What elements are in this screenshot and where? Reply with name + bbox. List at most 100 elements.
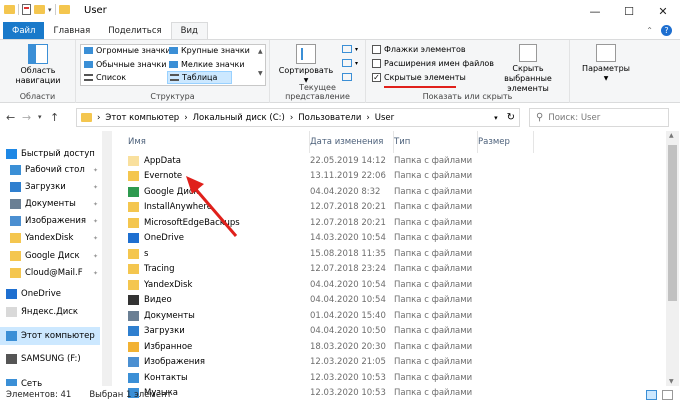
recent-locations-icon[interactable]: ▾ (38, 113, 42, 121)
add-columns-button[interactable]: ▾ (342, 59, 358, 67)
file-date: 12.07.2018 23:24 (310, 264, 386, 275)
file-name-cell: Избранное (128, 341, 192, 352)
item-checkboxes-toggle[interactable]: Флажки элементов (372, 45, 466, 54)
tab-file[interactable]: Файл (3, 22, 45, 39)
checkbox[interactable] (372, 45, 381, 54)
layout-expand-icon[interactable]: ▼ (258, 70, 263, 77)
ribbon-tabs: Файл Главная Поделиться Вид ⌃ ? (0, 22, 680, 39)
navigation-pane-button[interactable]: Область навигации (10, 44, 66, 86)
column-header-size[interactable]: Размер (464, 131, 534, 153)
pin-icon[interactable]: ✦ (93, 253, 98, 260)
nav-item-label: OneDrive (21, 289, 61, 299)
hidden-items-toggle[interactable]: ✓ Скрытые элементы (372, 73, 466, 82)
file-row[interactable]: MicrosoftEdgeBackups 12.07.2018 20:21 Папк… (114, 215, 666, 231)
layout-scroll-icon[interactable]: ▲ (258, 48, 263, 55)
pin-icon[interactable]: ✦ (93, 184, 98, 191)
hide-selected-button[interactable]: Скрыть выбранные элементы (488, 44, 568, 94)
nav-item[interactable]: Сеть (0, 375, 100, 386)
layout-medium[interactable]: Обычные значки (84, 60, 166, 69)
file-row[interactable]: Контакты 12.03.2020 10:53 Папка с файлами (114, 370, 666, 386)
nav-item[interactable]: Рабочий стол ✦ (0, 161, 100, 179)
minimize-button[interactable]: — (578, 0, 612, 22)
qat-dropdown-icon[interactable]: ▾ (48, 6, 52, 14)
options-button[interactable]: Параметры ▼ (582, 44, 630, 84)
layout-small[interactable]: Мелкие значки (169, 60, 245, 69)
scroll-up-icon[interactable]: ▲ (669, 132, 674, 139)
layout-large[interactable]: Крупные значки (169, 46, 250, 55)
file-row[interactable]: Документы 01.04.2020 15:40 Папка с файлами (114, 308, 666, 324)
search-box[interactable]: ⚲ Поиск: User (529, 108, 669, 127)
file-row[interactable]: Избранное 18.03.2020 20:30 Папка с файлами (114, 339, 666, 355)
large-icons-view-icon[interactable] (662, 390, 673, 400)
nav-item[interactable]: Яндекс.Диск (0, 303, 100, 321)
search-input[interactable]: Поиск: User (548, 113, 600, 123)
file-row[interactable]: Evernote 13.11.2019 22:06 Папка с файлами (114, 169, 666, 185)
nav-item[interactable]: YandexDisk ✦ (0, 229, 100, 247)
checkbox[interactable] (372, 59, 381, 68)
breadcrumb-item[interactable]: Локальный диск (C:) (193, 113, 285, 123)
file-name: OneDrive (144, 233, 184, 244)
file-row[interactable]: s 15.08.2018 11:35 Папка с файлами (114, 246, 666, 262)
cloud-icon (6, 289, 17, 299)
help-icon[interactable]: ? (661, 25, 672, 36)
file-row[interactable]: Tracing 12.07.2018 23:24 Папка с файлами (114, 262, 666, 278)
forward-button[interactable]: → (22, 111, 31, 124)
nav-item[interactable]: Изображения ✦ (0, 212, 100, 230)
tab-home[interactable]: Главная (44, 22, 99, 39)
scroll-thumb[interactable] (668, 145, 677, 301)
file-row[interactable]: Google Диск 04.04.2020 8:32 Папка с файлам… (114, 184, 666, 200)
tab-view[interactable]: Вид (170, 22, 208, 39)
file-type: Папка с файлами (394, 186, 473, 197)
group-by-button[interactable]: ▾ (342, 45, 358, 53)
file-row[interactable]: Видео 04.04.2020 10:54 Папка с файлами (114, 293, 666, 309)
file-row[interactable]: OneDrive 14.03.2020 10:54 Папка с файлами (114, 231, 666, 247)
vertical-scrollbar[interactable]: ▲ ▼ (666, 131, 679, 386)
fit-columns-button[interactable] (342, 73, 352, 81)
nav-scrollbar[interactable] (102, 131, 112, 386)
file-extensions-toggle[interactable]: Расширения имен файлов (372, 59, 494, 68)
file-row[interactable]: InstallAnywhere 12.07.2018 20:21 Папка с ф… (114, 200, 666, 216)
layout-extra-large[interactable]: Огромные значки (84, 46, 171, 55)
address-bar[interactable]: › Этот компьютер › Локальный диск (C:) ›… (76, 108, 520, 127)
breadcrumb-item[interactable]: Этот компьютер (105, 113, 179, 123)
nav-item[interactable]: Документы ✦ (0, 195, 100, 213)
pin-icon[interactable]: ✦ (93, 270, 98, 277)
scroll-down-icon[interactable]: ▼ (669, 378, 674, 385)
pin-icon[interactable]: ✦ (93, 167, 98, 174)
sort-by-button[interactable]: Сортировать ▼ (278, 44, 334, 86)
layout-list[interactable]: Список (84, 73, 126, 82)
file-row[interactable]: YandexDisk 04.04.2020 10:54 Папка с файлам… (114, 277, 666, 293)
close-button[interactable]: ✕ (646, 0, 680, 22)
pin-icon[interactable]: ✦ (93, 218, 98, 225)
breadcrumb-item[interactable]: User (375, 113, 394, 123)
maximize-button[interactable]: ☐ (612, 0, 646, 22)
breadcrumb-item[interactable]: Пользователи (298, 113, 361, 123)
file-row[interactable]: AppData 22.05.2019 14:12 Папка с файлами (114, 153, 666, 169)
nav-item[interactable]: Google Диск ✦ (0, 247, 100, 265)
refresh-icon[interactable]: ↻ (503, 112, 519, 123)
tab-share[interactable]: Поделиться (99, 22, 170, 39)
nav-item[interactable]: SAMSUNG (F:) (0, 350, 100, 368)
file-type: Папка с файлами (394, 295, 473, 306)
column-header-name[interactable]: Имя (114, 131, 310, 153)
file-name: Изображения (144, 357, 206, 368)
nav-item[interactable]: OneDrive (0, 285, 100, 303)
details-view-icon[interactable] (646, 390, 657, 400)
nav-item[interactable]: Cloud@Mail.F ✦ (0, 264, 100, 282)
nav-item[interactable]: Этот компьютер (0, 327, 100, 345)
nav-item[interactable]: Загрузки ✦ (0, 178, 100, 196)
desktop-icon (10, 165, 21, 175)
layout-details[interactable]: Таблица (167, 71, 233, 84)
address-dropdown-icon[interactable]: ▾ (494, 114, 498, 122)
pin-icon[interactable]: ✦ (93, 201, 98, 208)
collapse-ribbon-icon[interactable]: ⌃ (646, 26, 653, 35)
new-folder-icon[interactable] (34, 5, 45, 14)
pin-icon[interactable]: ✦ (93, 235, 98, 242)
checkbox-checked[interactable]: ✓ (372, 73, 381, 82)
back-button[interactable]: ← (6, 111, 15, 124)
file-row[interactable]: Загрузки 04.04.2020 10:50 Папка с файлами (114, 324, 666, 340)
file-row[interactable]: Изображения 12.03.2020 21:05 Папка с файла… (114, 355, 666, 371)
properties-icon[interactable] (22, 4, 31, 15)
file-name-cell: Контакты (128, 372, 188, 383)
up-button[interactable]: ↑ (50, 111, 59, 124)
